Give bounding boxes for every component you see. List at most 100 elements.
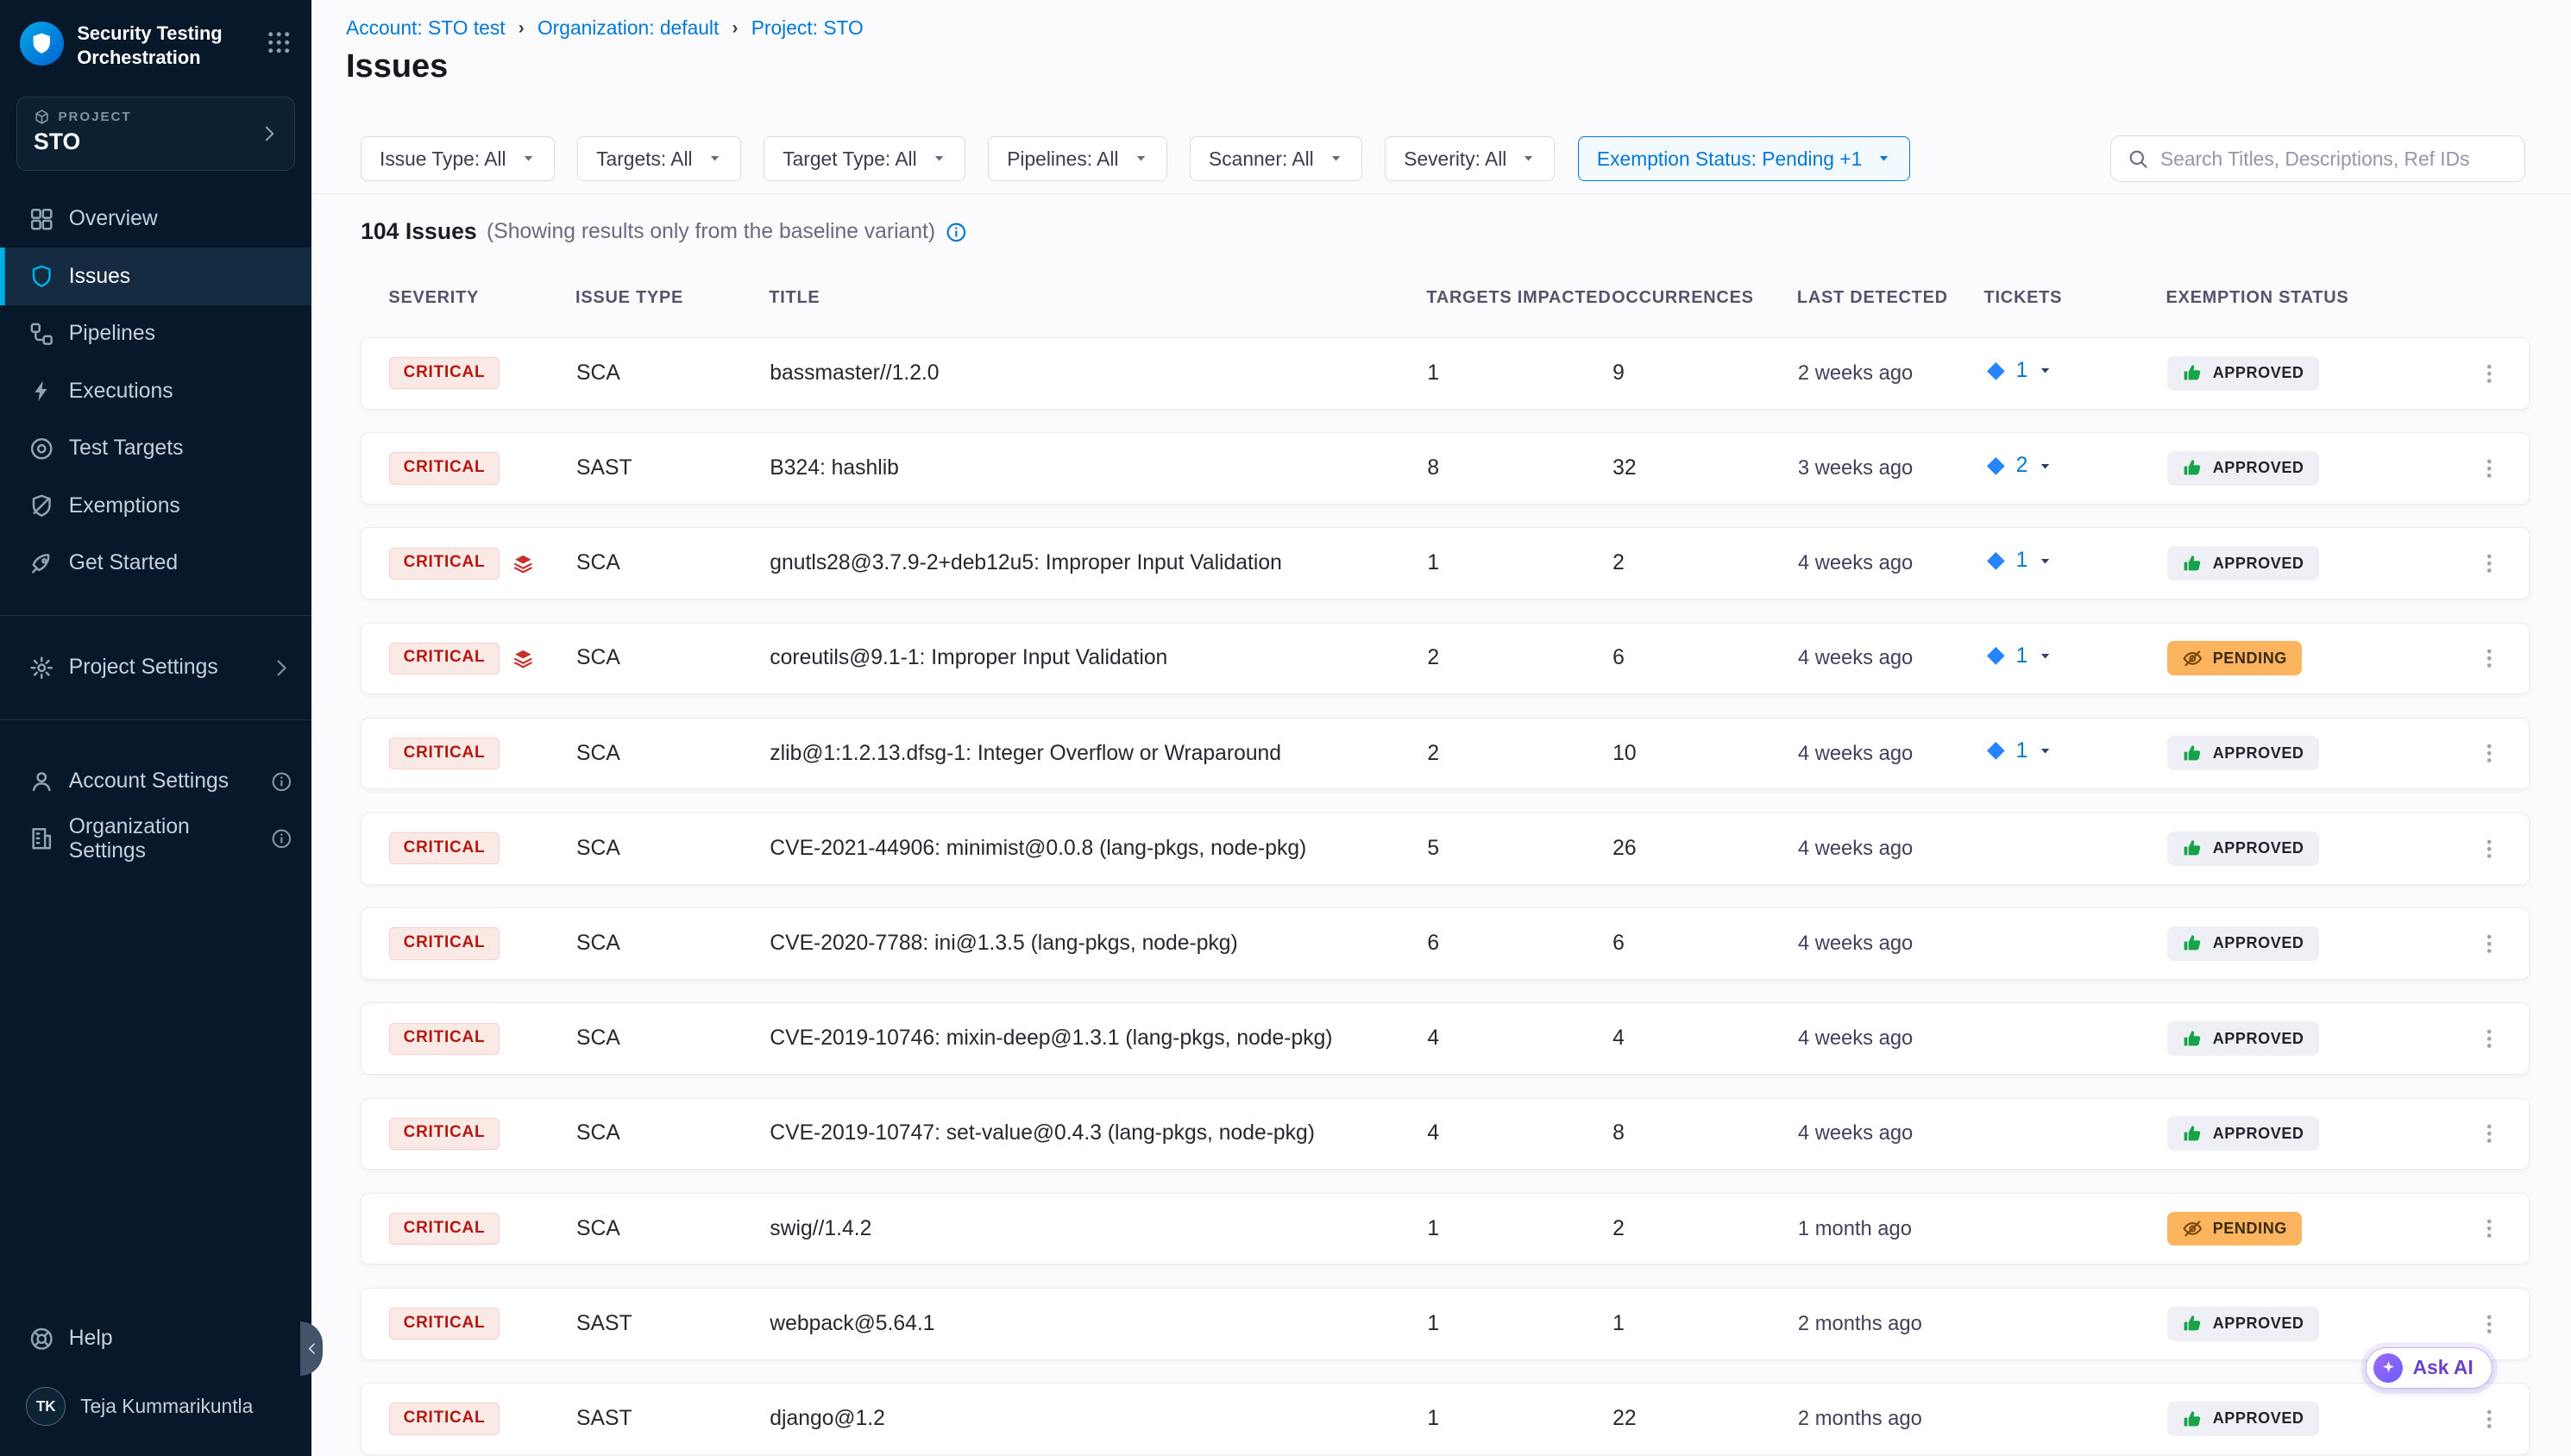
column-header: OCCURRENCES (1612, 288, 1797, 308)
ticket-link[interactable]: 1 (1985, 739, 2052, 763)
targets-impacted: 6 (1427, 932, 1612, 956)
issue-type: SAST (576, 1312, 770, 1336)
row-menu-button[interactable] (2477, 361, 2502, 386)
severity-badge: CRITICAL (389, 1023, 499, 1055)
thumbs-up-icon (2182, 1313, 2203, 1334)
row-menu-button[interactable] (2477, 1216, 2502, 1241)
last-detected: 4 weeks ago (1798, 1121, 1985, 1145)
filter-scanner[interactable]: Scanner: All (1190, 136, 1362, 180)
nav-label: Project Settings (69, 656, 218, 680)
row-menu-button[interactable] (2477, 1026, 2502, 1051)
summary-row: 104 Issues (Showing results only from th… (361, 218, 2525, 245)
info-icon[interactable] (271, 828, 292, 850)
project-selector[interactable]: PROJECT STO (16, 97, 295, 171)
chevron-down-icon (521, 151, 536, 166)
table-row[interactable]: CRITICAL SCA CVE-2019-10747: set-value@0… (361, 1098, 2530, 1170)
row-menu-button[interactable] (2477, 456, 2502, 481)
jira-icon (1985, 455, 2007, 477)
exemption-status-badge: APPROVED (2167, 832, 2319, 866)
targets-impacted: 1 (1427, 551, 1612, 575)
status-label: APPROVED (2213, 459, 2304, 477)
table-row[interactable]: CRITICAL SCA gnutls28@3.7.9-2+deb12u5: I… (361, 527, 2530, 599)
thumbs-up-icon (2182, 838, 2203, 859)
user-menu[interactable]: TK Teja Kummarikuntla (0, 1367, 311, 1426)
sidebar-item-test-targets[interactable]: Test Targets (0, 420, 311, 478)
status-label: APPROVED (2213, 555, 2304, 573)
table-row[interactable]: CRITICAL SAST webpack@5.64.1 1 1 2 month… (361, 1288, 2530, 1360)
search-box[interactable] (2110, 135, 2525, 181)
ask-ai-button[interactable]: Ask AI (2366, 1347, 2492, 1389)
filter-issue-type[interactable]: Issue Type: All (361, 136, 555, 180)
row-menu-button[interactable] (2477, 1312, 2502, 1337)
exemption-status-badge: APPROVED (2167, 926, 2319, 961)
filter-targets[interactable]: Targets: All (577, 136, 740, 180)
issues-count: 104 Issues (361, 218, 477, 245)
ticket-link[interactable]: 2 (1985, 454, 2052, 478)
issue-type: SCA (576, 1121, 770, 1145)
ticket-link[interactable]: 1 (1985, 644, 2052, 668)
row-menu-button[interactable] (2477, 932, 2502, 957)
row-menu-button[interactable] (2477, 646, 2502, 671)
table-row[interactable]: CRITICAL SAST B324: hashlib 8 32 3 weeks… (361, 432, 2530, 505)
row-menu-button[interactable] (2477, 1121, 2502, 1146)
severity-badge: CRITICAL (389, 643, 499, 675)
row-menu-button[interactable] (2477, 1407, 2502, 1432)
sidebar-item-account-settings[interactable]: Account Settings (0, 753, 311, 811)
targets-impacted: 4 (1427, 1026, 1612, 1051)
table-row[interactable]: CRITICAL SCA zlib@1:1.2.13.dfsg-1: Integ… (361, 718, 2530, 790)
column-header: EXEMPTION STATUS (2166, 288, 2448, 308)
status-label: APPROVED (2213, 364, 2304, 382)
exemption-status-badge: APPROVED (2167, 736, 2319, 770)
targets-impacted: 1 (1427, 1217, 1612, 1241)
table-row[interactable]: CRITICAL SAST django@1.2 1 22 2 months a… (361, 1383, 2530, 1455)
sidebar-item-project-settings[interactable]: Project Settings (0, 639, 311, 697)
row-menu-button[interactable] (2477, 837, 2502, 862)
table-row[interactable]: CRITICAL SCA CVE-2021-44906: minimist@0.… (361, 813, 2530, 885)
info-icon[interactable] (271, 771, 292, 793)
chevron-down-icon (1521, 151, 1536, 166)
severity-badge: CRITICAL (389, 1118, 499, 1150)
filter-target-type[interactable]: Target Type: All (764, 136, 965, 180)
search-input[interactable] (2160, 147, 2508, 171)
info-icon[interactable] (946, 222, 967, 243)
chevron-down-icon (932, 151, 946, 166)
lightning-icon (29, 379, 54, 404)
ticket-link[interactable]: 1 (1985, 549, 2052, 573)
app-title: Security Testing Orchestration (77, 22, 228, 71)
sidebar-item-get-started[interactable]: Get Started (0, 535, 311, 593)
table-row[interactable]: CRITICAL SCA CVE-2020-7788: ini@1.3.5 (l… (361, 907, 2530, 980)
status-label: APPROVED (2213, 1409, 2304, 1428)
breadcrumb-organization[interactable]: Organization: default (537, 16, 719, 40)
sidebar-item-pipelines[interactable]: Pipelines (0, 305, 311, 363)
sidebar-item-issues[interactable]: Issues (0, 248, 311, 305)
column-header: TARGETS IMPACTED (1426, 288, 1612, 308)
row-menu-button[interactable] (2477, 551, 2502, 576)
chevron-down-icon (1134, 151, 1148, 166)
project-label: PROJECT (59, 110, 132, 124)
sidebar-item-overview[interactable]: Overview (0, 191, 311, 248)
ticket-link[interactable]: 1 (1985, 359, 2052, 383)
filter-pipelines[interactable]: Pipelines: All (988, 136, 1166, 180)
table-row[interactable]: CRITICAL SCA CVE-2019-10746: mixin-deep@… (361, 1002, 2530, 1075)
app-logo[interactable] (20, 22, 64, 66)
table-row[interactable]: CRITICAL SCA coreutils@9.1-1: Improper I… (361, 623, 2530, 695)
row-menu-button[interactable] (2477, 741, 2502, 766)
nav-label: Issues (69, 265, 130, 289)
nav-label: Overview (69, 207, 158, 231)
exemption-status-badge: APPROVED (2167, 1021, 2319, 1056)
breadcrumb-account[interactable]: Account: STO test (346, 16, 506, 40)
sidebar-item-organization-settings[interactable]: Organization Settings (0, 810, 311, 868)
last-detected: 2 months ago (1798, 1312, 1985, 1336)
filter-exemption-status[interactable]: Exemption Status: Pending +1 (1578, 136, 1910, 180)
sidebar-item-executions[interactable]: Executions (0, 362, 311, 420)
table-row[interactable]: CRITICAL SCA bassmaster//1.2.0 1 9 2 wee… (361, 337, 2530, 410)
targets-impacted: 2 (1427, 646, 1612, 670)
table-row[interactable]: CRITICAL SCA swig//1.4.2 1 2 1 month ago (361, 1193, 2530, 1265)
exemption-status-badge: APPROVED (2167, 1116, 2319, 1151)
sidebar-item-exemptions[interactable]: Exemptions (0, 477, 311, 535)
sidebar-item-help[interactable]: Help (0, 1310, 311, 1368)
module-switcher-icon[interactable] (266, 29, 292, 55)
eye-off-icon (2182, 1218, 2203, 1239)
filter-severity[interactable]: Severity: All (1385, 136, 1555, 180)
breadcrumb-project[interactable]: Project: STO (751, 16, 864, 40)
